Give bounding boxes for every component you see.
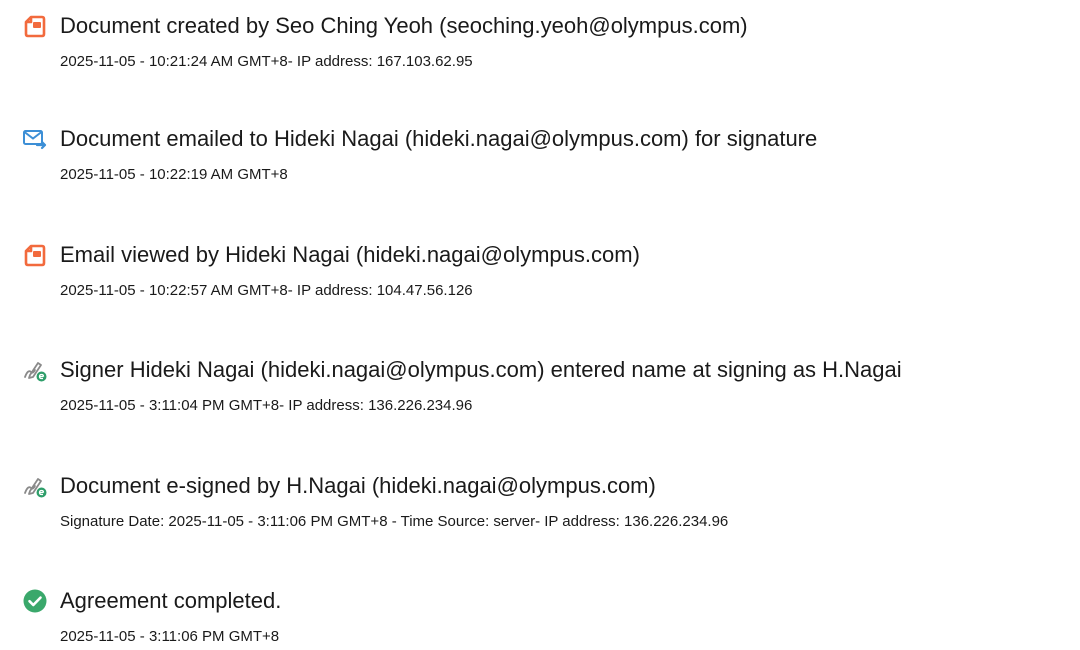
event-title: Agreement completed. xyxy=(60,588,282,613)
e-sign-pen-icon xyxy=(22,357,48,383)
event-detail: 2025-11-05 - 10:22:57 AM GMT+8- IP addre… xyxy=(60,282,473,299)
event-title: Document created by Seo Ching Yeoh (seoc… xyxy=(60,13,748,38)
document-created-icon xyxy=(22,13,48,39)
event-detail: Signature Date: 2025-11-05 - 3:11:06 PM … xyxy=(60,513,729,530)
check-circle-icon xyxy=(22,588,48,614)
e-sign-pen-icon xyxy=(22,473,48,499)
event-title: Document e-signed by H.Nagai (hideki.nag… xyxy=(60,473,656,498)
event-detail: 2025-11-05 - 10:21:24 AM GMT+8- IP addre… xyxy=(60,53,473,70)
event-detail: 2025-11-05 - 10:22:19 AM GMT+8 xyxy=(60,166,288,183)
event-title: Signer Hideki Nagai (hideki.nagai@olympu… xyxy=(60,357,902,382)
email-sent-icon xyxy=(22,126,48,152)
event-title: Email viewed by Hideki Nagai (hideki.nag… xyxy=(60,242,640,267)
event-detail: 2025-11-05 - 3:11:06 PM GMT+8 xyxy=(60,628,280,645)
event-title: Document emailed to Hideki Nagai (hideki… xyxy=(60,126,818,151)
document-viewed-icon xyxy=(22,242,48,268)
event-detail: 2025-11-05 - 3:11:04 PM GMT+8- IP addres… xyxy=(60,397,473,414)
